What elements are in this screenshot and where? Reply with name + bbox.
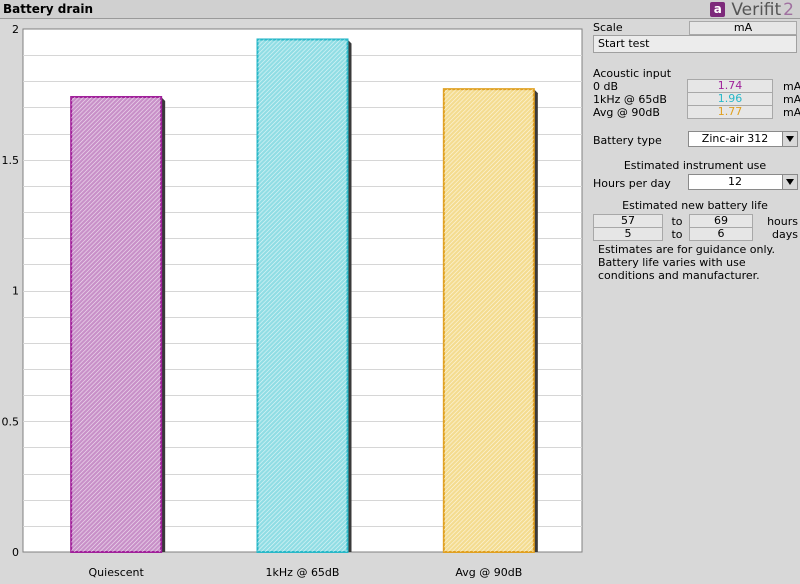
acoustic-row-value: 1.96 <box>687 92 773 106</box>
hours-per-day-label: Hours per day <box>593 177 671 190</box>
acoustic-row-label: 0 dB <box>593 80 619 93</box>
battery-life-to: 69 <box>689 214 753 228</box>
bar-hatch <box>257 39 348 552</box>
scale-label: Scale <box>593 21 623 34</box>
acoustic-row-unit: mA <box>783 80 800 93</box>
bar-hatch <box>71 96 162 553</box>
acoustic-row-unit: mA <box>783 93 800 106</box>
battery-life-unit: days <box>772 228 798 241</box>
control-panel: Scale mA Start test Acoustic input 0 dB 1… <box>590 19 800 584</box>
guidance-note: Estimates are for guidance only. Battery… <box>598 243 775 282</box>
title-bar: Battery drain a Verifit 2 <box>0 0 800 20</box>
battery-drain-chart: 0 0.5 1 1.5 2 Quiescent 1kHz @ 65dB Avg @ 90dB <box>2 23 583 579</box>
bar-hatch <box>443 89 534 553</box>
y-tick-label: 0.5 <box>2 415 20 428</box>
scale-value: mA <box>689 21 797 35</box>
battery-life-title: Estimated new battery life <box>622 199 768 212</box>
y-tick-label: 2 <box>12 23 19 36</box>
brand-name: Verifit <box>731 0 782 20</box>
window-title: Battery drain <box>3 2 94 16</box>
battery-type-value: Zinc-air 312 <box>701 132 769 145</box>
chevron-down-icon[interactable] <box>782 175 797 189</box>
acoustic-row-label: 1kHz @ 65dB <box>593 93 667 106</box>
brand-version: 2 <box>783 0 794 20</box>
acoustic-input-title: Acoustic input <box>593 67 672 80</box>
y-tick-label: 1 <box>12 285 19 298</box>
chevron-down-icon[interactable] <box>782 132 797 146</box>
acoustic-row-label: Avg @ 90dB <box>593 106 660 119</box>
battery-life-to-label: to <box>671 228 683 241</box>
x-category-label: Quiescent <box>89 566 145 579</box>
acoustic-row-unit: mA <box>783 106 800 119</box>
battery-type-select[interactable]: Zinc-air 312 <box>688 131 798 147</box>
bar <box>256 38 352 553</box>
brand-logo-icon: a <box>710 2 726 17</box>
hours-per-day-select[interactable]: 12 <box>688 174 798 190</box>
brand: a Verifit 2 <box>710 0 794 20</box>
battery-life-from: 5 <box>593 227 663 241</box>
start-test-button[interactable]: Start test <box>593 35 797 53</box>
battery-life-to: 6 <box>689 227 753 241</box>
battery-life-unit: hours <box>767 215 798 228</box>
usage-title: Estimated instrument use <box>623 159 767 172</box>
acoustic-row-value: 1.74 <box>687 79 773 93</box>
y-tick-label: 0 <box>12 546 19 559</box>
bar <box>70 95 166 554</box>
acoustic-row-value: 1.77 <box>687 105 773 119</box>
y-tick-label: 1.5 <box>2 154 20 167</box>
x-category-label: Avg @ 90dB <box>455 566 522 579</box>
battery-life-from: 57 <box>593 214 663 228</box>
bar <box>442 88 538 554</box>
hours-per-day-value: 12 <box>728 175 742 188</box>
battery-type-label: Battery type <box>593 134 662 147</box>
x-category-label: 1kHz @ 65dB <box>266 566 340 579</box>
battery-life-to-label: to <box>671 215 683 228</box>
